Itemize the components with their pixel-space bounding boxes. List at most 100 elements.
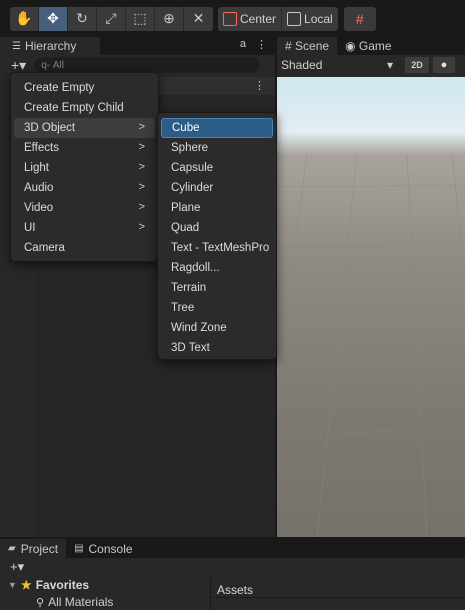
- tab-scene[interactable]: # Scene: [277, 37, 338, 55]
- pivot-label: Center: [240, 11, 277, 26]
- transform-tool-button[interactable]: ⊕: [155, 6, 184, 31]
- move-icon: ✥: [47, 10, 59, 26]
- scene-viewport[interactable]: [277, 77, 465, 537]
- menu-item-label: Light: [24, 162, 49, 174]
- hierarchy-search-input[interactable]: q- All: [34, 57, 261, 73]
- search-placeholder: All: [52, 59, 64, 71]
- tab-game[interactable]: ◉ Game: [337, 37, 400, 55]
- chevron-down-icon: ▾: [386, 58, 393, 72]
- scene-toolbar: Shaded ▾ 2D ●: [277, 55, 465, 75]
- chevron-right-icon: >: [138, 121, 145, 133]
- hand-tool-button[interactable]: ✋: [10, 6, 39, 31]
- tab-project[interactable]: ▰ Project: [0, 539, 67, 558]
- scene-tab-label: Scene: [295, 39, 330, 53]
- assets-breadcrumb[interactable]: Assets: [217, 583, 253, 597]
- menu-item-create-empty[interactable]: Create Empty: [14, 78, 155, 98]
- grid-snap-icon: #: [355, 10, 364, 27]
- shading-mode-dropdown[interactable]: Shaded ▾: [281, 58, 401, 72]
- project-create-button[interactable]: +▾: [10, 559, 24, 575]
- scene-more-icon[interactable]: ⋮: [254, 79, 265, 92]
- menu-item-camera[interactable]: Camera: [14, 238, 155, 258]
- chevron-right-icon: >: [138, 161, 145, 173]
- game-tab-label: Game: [358, 39, 392, 53]
- chevron-down-icon: ▼: [8, 580, 17, 590]
- move-tool-button[interactable]: ✥: [39, 6, 68, 31]
- chevron-right-icon: >: [138, 201, 145, 213]
- submenu-item-ragdoll[interactable]: Ragdoll...: [161, 258, 273, 278]
- space-local-button[interactable]: Local: [282, 7, 338, 31]
- console-tab-label: Console: [88, 541, 133, 556]
- favorites-label: Favorites: [35, 578, 90, 592]
- transform-tools: ✋ ✥ ↻ ⤢ ⬚ ⊕ ✕: [10, 6, 213, 31]
- lock-icon[interactable]: a: [240, 38, 246, 51]
- scene-panel: # Scene ◉ Game Shaded ▾ 2D ●: [277, 37, 465, 537]
- pivot-icon: [223, 11, 237, 26]
- favorites-header[interactable]: ▼ ★ Favorites: [8, 578, 89, 592]
- star-icon: ★: [20, 578, 32, 592]
- search-icon: q-: [41, 59, 53, 71]
- menu-item-audio[interactable]: Audio >: [14, 178, 155, 198]
- scale-icon: ⤢: [105, 10, 117, 26]
- submenu-item-tree[interactable]: Tree: [161, 298, 273, 318]
- folder-icon: ▰: [8, 543, 16, 554]
- pivot-toggles: Center Local: [218, 6, 338, 31]
- gamepad-icon: ◉: [345, 39, 356, 53]
- menu-item-create-empty-child[interactable]: Create Empty Child: [14, 98, 155, 118]
- submenu-item-quad[interactable]: Quad: [161, 218, 273, 238]
- submenu-item-cylinder[interactable]: Cylinder: [161, 178, 273, 198]
- tab-hierarchy[interactable]: ☰ Hierarchy: [0, 37, 100, 55]
- chevron-right-icon: >: [138, 181, 145, 193]
- menu-item-3d-object[interactable]: 3D Object >: [14, 118, 155, 138]
- submenu-item-cube[interactable]: Cube: [161, 118, 273, 138]
- submenu-item-text-textmeshpro[interactable]: Text - TextMeshPro: [161, 238, 273, 258]
- menu-item-label: Video: [24, 202, 54, 214]
- chevron-right-icon: >: [138, 141, 145, 153]
- assets-divider: [211, 597, 465, 598]
- submenu-item-sphere[interactable]: Sphere: [161, 138, 273, 158]
- custom-tool-tool-button[interactable]: ✕: [184, 7, 213, 31]
- space-label: Local: [304, 11, 333, 26]
- transform-icon: ⊕: [163, 10, 175, 26]
- scene-grid: [277, 154, 465, 537]
- submenu-item-wind-zone[interactable]: Wind Zone: [161, 318, 273, 338]
- submenu-item-3d-text[interactable]: 3D Text: [161, 338, 273, 358]
- project-panel: ▰ Project ▤ Console +▾ ▼ ★ Favorites ⚲ A…: [0, 537, 465, 610]
- menu-item-label: Audio: [24, 182, 54, 194]
- menu-item-effects[interactable]: Effects >: [14, 138, 155, 158]
- hand-icon: ✋: [15, 10, 33, 26]
- favorites-item-label: All Materials: [48, 595, 114, 609]
- menu-item-label: 3D Object: [24, 122, 76, 134]
- rect-tool-button[interactable]: ⬚: [126, 6, 155, 31]
- menu-item-label: Create Empty: [24, 82, 95, 94]
- menu-item-label: Create Empty Child: [24, 102, 124, 114]
- scene-tabbar: # Scene ◉ Game: [277, 37, 465, 55]
- favorites-item-all-materials[interactable]: ⚲ All Materials: [36, 595, 113, 609]
- lightbulb-icon: ●: [440, 59, 448, 71]
- favorites-pane: ▼ ★ Favorites ⚲ All Materials: [0, 577, 210, 610]
- create-dropdown-button[interactable]: +▾: [11, 57, 26, 74]
- hierarchy-list-icon: ☰: [12, 40, 21, 52]
- project-tabbar: ▰ Project ▤ Console: [0, 539, 465, 558]
- chevron-right-icon: >: [138, 221, 145, 233]
- main-toolbar: ✋ ✥ ↻ ⤢ ⬚ ⊕ ✕ Center Local #: [0, 0, 465, 37]
- tab-console[interactable]: ▤ Console: [66, 539, 140, 558]
- submenu-item-plane[interactable]: Plane: [161, 198, 273, 218]
- menu-item-label: Camera: [24, 242, 65, 254]
- scene-grid-icon: #: [285, 39, 292, 53]
- hierarchy-tab-actions: a ⋮: [240, 38, 267, 51]
- rotate-tool-button[interactable]: ↻: [68, 6, 97, 31]
- more-options-icon[interactable]: ⋮: [256, 38, 267, 51]
- submenu-item-terrain[interactable]: Terrain: [161, 278, 273, 298]
- pivot-center-button[interactable]: Center: [218, 6, 283, 31]
- menu-item-video[interactable]: Video >: [14, 198, 155, 218]
- custom-tool-icon: ✕: [192, 10, 205, 26]
- menu-item-light[interactable]: Light >: [14, 158, 155, 178]
- menu-item-ui[interactable]: UI >: [14, 218, 155, 238]
- submenu-item-capsule[interactable]: Capsule: [161, 158, 273, 178]
- scale-tool-button[interactable]: ⤢: [97, 6, 126, 31]
- lighting-toggle-button[interactable]: ●: [433, 57, 455, 73]
- hierarchy-tab-label: Hierarchy: [24, 39, 77, 53]
- toggle-2d-button[interactable]: 2D: [405, 57, 429, 73]
- grid-snap-button[interactable]: #: [343, 6, 376, 31]
- search-icon: ⚲: [36, 596, 45, 609]
